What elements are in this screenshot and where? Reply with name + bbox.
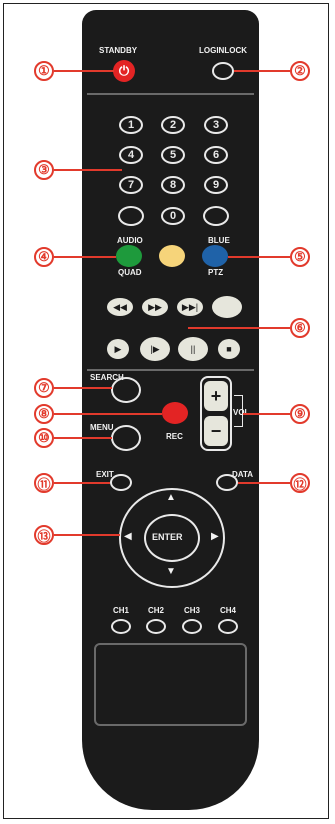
number-key-4[interactable]: 4 [119, 146, 143, 164]
menu-label: MENU [90, 423, 114, 432]
pause-button[interactable]: || [178, 337, 208, 361]
number-key-6[interactable]: 6 [204, 146, 228, 164]
fast-forward-icon: ▶▶ [148, 301, 162, 312]
step-play-button[interactable]: |▶ [140, 337, 170, 361]
separator [87, 369, 254, 371]
ch4-button[interactable] [218, 619, 238, 634]
number-key-7[interactable]: 7 [119, 176, 143, 194]
callout-11-line [54, 482, 110, 484]
skip-next-button[interactable]: ▶▶| [177, 298, 203, 316]
vol-bracket [234, 395, 243, 427]
pause-icon: || [190, 344, 196, 354]
blank-key-right[interactable] [203, 206, 229, 226]
rewind-button[interactable]: ◀◀ [107, 298, 133, 316]
callout-6: ⑥ [290, 318, 310, 338]
number-key-8[interactable]: 8 [161, 176, 185, 194]
number-key-9[interactable]: 9 [204, 176, 228, 194]
callout-8-line [54, 413, 162, 415]
down-arrow-icon[interactable]: ▼ [166, 566, 176, 577]
ch3-label: CH3 [184, 606, 201, 615]
callout-9: ⑨ [290, 404, 310, 424]
play-icon: ▶ [114, 343, 122, 354]
callout-5: ⑤ [290, 247, 310, 267]
callout-8: ⑧ [34, 404, 54, 424]
callout-1-line [54, 70, 114, 72]
callout-13: ⑬ [34, 525, 54, 545]
number-key-2[interactable]: 2 [161, 116, 185, 134]
callout-5-line [228, 256, 290, 258]
up-arrow-icon[interactable]: ▲ [166, 492, 176, 503]
data-button[interactable] [216, 474, 238, 491]
green-button[interactable] [116, 245, 142, 267]
blue-top-label: BLUE [208, 236, 230, 245]
blue-button[interactable] [202, 245, 228, 267]
step-play-icon: |▶ [150, 343, 160, 354]
callout-2: ② [290, 61, 310, 81]
callout-4: ④ [34, 247, 54, 267]
callout-7: ⑦ [34, 378, 54, 398]
loginlock-label: LOGINLOCK [199, 46, 247, 55]
number-key-0[interactable]: 0 [161, 207, 185, 225]
callout-11: ⑪ [34, 473, 54, 493]
callout-10: ⑩ [34, 428, 54, 448]
callout-12-line [238, 482, 290, 484]
blank-playback-button[interactable] [212, 296, 242, 318]
ch1-button[interactable] [111, 619, 131, 634]
number-key-5[interactable]: 5 [161, 146, 185, 164]
callout-4-line [54, 256, 116, 258]
ch4-label: CH4 [220, 606, 237, 615]
yellow-button[interactable] [159, 245, 185, 267]
stop-icon: ■ [226, 344, 232, 354]
separator [87, 93, 254, 95]
audio-label: AUDIO [117, 236, 143, 245]
menu-button[interactable] [111, 425, 141, 451]
rewind-icon: ◀◀ [113, 301, 127, 312]
callout-13-line [54, 534, 120, 536]
number-key-1[interactable]: 1 [119, 116, 143, 134]
standby-button[interactable]: ⏻ [113, 60, 135, 82]
callout-1: ① [34, 61, 54, 81]
callout-3-line [54, 169, 122, 171]
callout-2-line [234, 70, 290, 72]
skip-next-icon: ▶▶| [181, 301, 199, 312]
right-arrow-icon[interactable]: ▶ [211, 531, 219, 542]
play-button[interactable]: ▶ [107, 339, 129, 359]
stop-button[interactable]: ■ [218, 339, 240, 359]
ir-window-panel [94, 643, 247, 726]
callout-9-line [243, 413, 290, 415]
fast-forward-button[interactable]: ▶▶ [142, 298, 168, 316]
plus-icon: + [210, 385, 222, 406]
left-arrow-icon[interactable]: ◀ [124, 531, 132, 542]
quad-label: QUAD [118, 268, 142, 277]
minus-icon: − [210, 420, 222, 441]
power-icon: ⏻ [118, 63, 130, 78]
ch2-label: CH2 [148, 606, 165, 615]
callout-6-line [188, 327, 290, 329]
callout-10-line [54, 437, 112, 439]
volume-up-button[interactable]: + [204, 381, 228, 411]
callout-7-line [54, 387, 112, 389]
rec-button[interactable] [162, 402, 188, 424]
ptz-label: PTZ [208, 268, 224, 277]
number-key-3[interactable]: 3 [204, 116, 228, 134]
callout-3: ③ [34, 160, 54, 180]
volume-down-button[interactable]: − [204, 416, 228, 446]
ch1-label: CH1 [113, 606, 130, 615]
rec-label: REC [166, 432, 183, 441]
ch2-button[interactable] [146, 619, 166, 634]
search-button[interactable] [111, 377, 141, 403]
callout-12: ⑫ [290, 473, 310, 493]
exit-button[interactable] [110, 474, 132, 491]
ch3-button[interactable] [182, 619, 202, 634]
standby-label: STANDBY [99, 46, 138, 55]
loginlock-button[interactable] [212, 62, 234, 80]
enter-label: ENTER [152, 532, 183, 542]
blank-key-left[interactable] [118, 206, 144, 226]
